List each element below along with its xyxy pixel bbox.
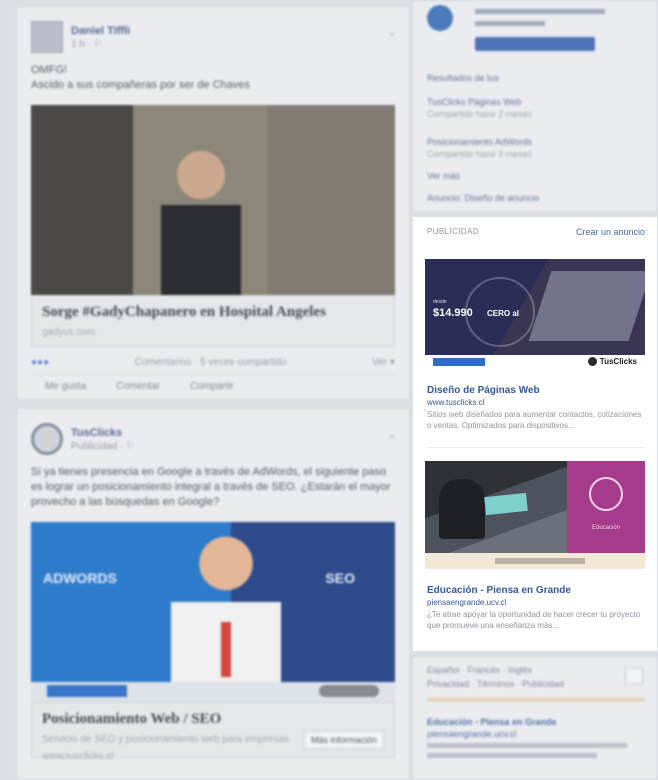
ad-title[interactable]: Educación - Piensa en Grande — [427, 585, 571, 596]
placeholder-line — [475, 21, 545, 26]
promote-page-button[interactable] — [475, 37, 595, 51]
image-word-right: SEO — [325, 570, 355, 586]
post-timestamp[interactable]: 1 h · ⚐ — [71, 39, 130, 50]
page-avatar[interactable] — [427, 5, 453, 31]
brand-logo: TusClicks — [587, 357, 637, 366]
right-sidebar: Resultados de tus TusClicks Páginas Web … — [412, 0, 658, 780]
footer-card: Español · Francés · Inglés Privacidad · … — [412, 656, 658, 780]
share-button[interactable]: Compartir — [190, 381, 234, 392]
education-panel: Educación — [567, 461, 645, 553]
placeholder-line — [427, 743, 627, 748]
recent-post-sub: Compartido hace 3 meses — [427, 149, 533, 159]
post-meta: TusClicks Publicidad · ⚐ — [71, 427, 135, 452]
service-badge — [47, 685, 127, 697]
image-word-left: ADWORDS — [43, 570, 117, 586]
post-options-icon[interactable]: ⌄ — [387, 25, 397, 39]
image-footer-strip — [31, 682, 395, 702]
language-links[interactable]: Español · Francés · Inglés — [427, 665, 532, 675]
recent-post-title[interactable]: Posicionamiento AdWords — [427, 137, 532, 147]
link-preview[interactable]: Sorge #GadyChapanero en Hospital Angeles… — [31, 295, 395, 347]
ad-image-footer — [425, 553, 645, 569]
reaction-extra[interactable]: Ver ▾ — [372, 357, 395, 368]
more-info-button[interactable]: Más información — [303, 731, 384, 749]
post-author[interactable]: Daniel Tiffli — [71, 25, 130, 37]
like-button[interactable]: Me gusta — [45, 381, 86, 392]
reactions-bar: ●●● Comentarios · 5 veces compartido Ver… — [17, 347, 409, 374]
post-text-line: OMFG! — [31, 64, 68, 76]
education-icon — [589, 477, 623, 511]
sponsored-ads-card: PUBLICIDAD Crear un anuncio desde $14.99… — [412, 216, 658, 652]
post-text: OMFG! Ascido a sus compañeras por ser de… — [17, 59, 409, 97]
ad-image-footer: TusClicks — [425, 355, 645, 369]
graffiti-graphic — [484, 492, 528, 516]
placeholder-line — [427, 753, 597, 758]
news-feed: Daniel Tiffli 1 h · ⚐ ⌄ OMFG! Ascido a s… — [16, 0, 410, 780]
feed-post: Daniel Tiffli 1 h · ⚐ ⌄ OMFG! Ascido a s… — [16, 6, 410, 400]
section-label: Resultados de tus — [427, 73, 500, 83]
placeholder-line — [475, 9, 605, 14]
create-ad-link[interactable]: Anuncio: Diseño de anuncio — [427, 193, 539, 203]
avatar[interactable] — [31, 423, 63, 455]
post-meta: Daniel Tiffli 1 h · ⚐ — [71, 25, 130, 50]
person-photo — [151, 135, 251, 295]
post-image[interactable]: ADWORDS SEO — [31, 522, 395, 682]
ad-title[interactable]: Diseño de Páginas Web — [427, 385, 540, 396]
ads-heading: PUBLICIDAD — [427, 227, 480, 236]
footer-links[interactable]: Privacidad · Términos · Publicidad — [427, 679, 564, 689]
link-domain: gadyvs.com — [42, 327, 96, 338]
see-more-link[interactable]: Ver más — [427, 171, 460, 181]
ad-image[interactable]: desde $14.990 CERO al — [425, 259, 645, 355]
page-promo-card: Resultados de tus TusClicks Páginas Web … — [412, 0, 658, 212]
facebook-news-feed-page: Daniel Tiffli 1 h · ⚐ ⌄ OMFG! Ascido a s… — [0, 0, 658, 780]
comment-button[interactable]: Comentar — [116, 381, 160, 392]
link-domain: www.tusclicks.cl — [42, 751, 114, 762]
add-language-button[interactable] — [625, 667, 643, 685]
post-image[interactable] — [31, 105, 395, 295]
brand-logo — [319, 685, 379, 697]
reaction-summary[interactable]: Comentarios · 5 veces compartido — [135, 357, 287, 368]
ads-header: PUBLICIDAD Crear un anuncio — [413, 217, 657, 237]
post-options-icon[interactable]: ⌄ — [387, 427, 397, 441]
avatar[interactable] — [31, 21, 63, 53]
brand-mark-icon — [587, 357, 597, 366]
ad-description: ¿Te atrae apoyar la oportunidad de hacer… — [427, 610, 641, 630]
highlight-strip — [427, 697, 645, 702]
ad-title[interactable]: Educación - Piensa en Grande — [427, 717, 557, 727]
post-header: Daniel Tiffli 1 h · ⚐ — [17, 7, 409, 59]
partner-logos — [495, 558, 585, 564]
post-actions: Me gusta Comentar Compartir — [31, 374, 395, 398]
post-timestamp[interactable]: Publicidad · ⚐ — [71, 441, 135, 452]
ad-image[interactable]: Educación — [425, 461, 645, 553]
ad-url[interactable]: piensaengrande.ucv.cl — [427, 729, 516, 739]
link-preview[interactable]: Posicionamiento Web / SEO Servicio de SE… — [31, 702, 395, 762]
laptop-graphic — [528, 271, 645, 341]
feed-post: TusClicks Publicidad · ⚐ ⌄ Si ya tienes … — [16, 408, 410, 780]
recent-post-sub: Compartido hace 2 meses — [427, 109, 533, 119]
student-figure — [439, 479, 485, 539]
panel-caption: Educación — [591, 525, 621, 531]
price-prefix: desde — [433, 299, 447, 305]
tie-graphic — [221, 622, 231, 677]
post-header: TusClicks Publicidad · ⚐ — [17, 409, 409, 461]
ad-url[interactable]: www.tusclicks.cl — [427, 398, 484, 407]
divider — [427, 447, 645, 448]
link-title[interactable]: Sorge #GadyChapanero en Hospital Angeles — [42, 304, 384, 321]
service-badge — [433, 358, 485, 366]
link-title[interactable]: Posicionamiento Web / SEO — [42, 711, 384, 728]
ad-description: Sitios web diseñados para aumentar conta… — [427, 410, 642, 430]
reactions-icon[interactable]: ●●● — [31, 357, 49, 368]
classroom-photo — [425, 461, 567, 553]
ad-url[interactable]: piensaengrande.ucv.cl — [427, 598, 506, 607]
ad-cero-label: CERO al — [487, 309, 520, 318]
post-text: Si ya tienes presencia en Google a travé… — [31, 466, 391, 508]
post-author[interactable]: TusClicks — [71, 427, 135, 439]
post-text-line: Ascido a sus compañeras por ser de Chave… — [31, 79, 250, 91]
ad-price: $14.990 — [433, 307, 473, 319]
brand-name: TusClicks — [599, 357, 637, 366]
recent-post-title[interactable]: TusClicks Páginas Web — [427, 97, 522, 107]
create-ad-link[interactable]: Crear un anuncio — [576, 227, 645, 237]
